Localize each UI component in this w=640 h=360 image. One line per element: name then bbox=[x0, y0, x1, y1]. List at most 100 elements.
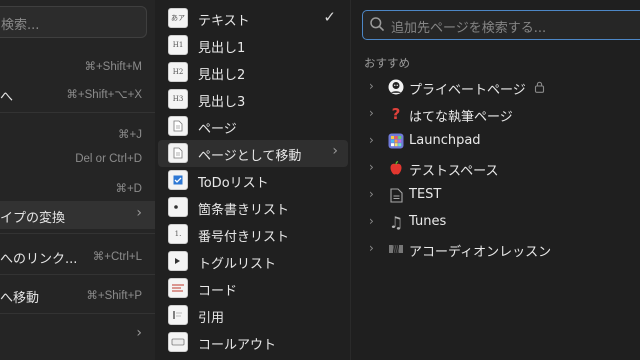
move-to-panel: 追加先ページを検索する... おすすめ › プライベートページ › ? はてな執… bbox=[350, 0, 640, 360]
shortcut-label: ⌘+Shift+M bbox=[84, 61, 142, 73]
block-type-move-as-page[interactable]: ページとして移動 › bbox=[158, 140, 348, 167]
menu-item-4[interactable]: Del or Ctrl+D bbox=[0, 146, 155, 174]
block-type-label: ページ bbox=[198, 122, 237, 137]
chevron-right-icon[interactable]: › bbox=[369, 160, 374, 174]
menu-item-label: へ bbox=[0, 90, 14, 105]
page-item-testspace[interactable]: › テストスペース bbox=[361, 155, 636, 182]
chevron-right-icon: › bbox=[136, 325, 142, 341]
block-type-page[interactable]: ページ bbox=[158, 113, 348, 140]
search-placeholder: 検索... bbox=[1, 18, 40, 33]
chevron-right-icon[interactable]: › bbox=[369, 79, 374, 93]
page-move-icon bbox=[168, 143, 188, 163]
block-type-todo[interactable]: ToDoリスト bbox=[158, 167, 348, 194]
block-type-label: コールアウト bbox=[198, 338, 277, 353]
block-type-heading3[interactable]: H3 見出し3 bbox=[158, 86, 348, 113]
block-type-callout[interactable]: コールアウト bbox=[158, 329, 348, 356]
chevron-right-icon[interactable]: › bbox=[369, 106, 374, 120]
menu-item-label: へ移動 bbox=[0, 291, 40, 306]
divider bbox=[0, 313, 155, 314]
chevron-right-icon[interactable]: › bbox=[369, 214, 374, 228]
bullet-list-icon bbox=[168, 197, 188, 217]
menu-item-2[interactable]: へ ⌘+Shift+⌥+X bbox=[0, 80, 155, 108]
block-type-label: 引用 bbox=[198, 311, 225, 326]
page-label: Launchpad bbox=[409, 133, 481, 148]
move-to-menu-item[interactable]: へ移動 ⌘+Shift+P bbox=[0, 281, 155, 309]
block-type-label: 箇条書きリスト bbox=[198, 203, 290, 218]
block-type-label: コード bbox=[198, 284, 238, 299]
block-type-code[interactable]: コード bbox=[158, 275, 348, 302]
block-type-label: ページとして移動 bbox=[198, 149, 302, 164]
menu-item-1[interactable]: ⌘+Shift+M bbox=[0, 52, 155, 80]
chevron-right-icon[interactable]: › bbox=[369, 241, 374, 255]
chevron-right-icon: › bbox=[332, 143, 338, 159]
quote-icon bbox=[168, 305, 188, 325]
page-label: TEST bbox=[409, 187, 442, 202]
apple-icon bbox=[387, 159, 405, 177]
search-icon bbox=[370, 17, 384, 31]
block-type-label: トグルリスト bbox=[198, 257, 277, 272]
text-block-icon: あア bbox=[168, 8, 188, 28]
shortcut-label: ⌘+Ctrl+L bbox=[92, 251, 142, 263]
question-icon: ? bbox=[391, 105, 401, 123]
block-type-toggle-list[interactable]: トグルリスト bbox=[158, 248, 348, 275]
lock-icon bbox=[534, 81, 545, 93]
copy-link-menu-item[interactable]: へのリンク... ⌘+Ctrl+L bbox=[0, 242, 155, 270]
launchpad-icon bbox=[387, 132, 405, 150]
avatar-icon bbox=[387, 78, 405, 96]
divider bbox=[0, 233, 155, 234]
shortcut-label: ⌘+D bbox=[115, 183, 142, 195]
destination-search-input[interactable]: 追加先ページを検索する... bbox=[362, 10, 640, 40]
page-item-private[interactable]: › プライベートページ bbox=[361, 74, 636, 101]
search-placeholder: 追加先ページを検索する... bbox=[391, 21, 547, 36]
block-type-heading1[interactable]: H1 見出し1 bbox=[158, 32, 348, 59]
thumb-glyph: H1 bbox=[172, 41, 184, 49]
menu-item-5[interactable]: ⌘+D bbox=[0, 174, 155, 202]
page-icon bbox=[168, 116, 188, 136]
chevron-right-icon[interactable]: › bbox=[369, 133, 374, 147]
checkbox-icon bbox=[168, 170, 188, 190]
menu-item-9[interactable]: › bbox=[0, 321, 155, 349]
block-type-label: テキスト bbox=[198, 14, 250, 29]
block-type-quote[interactable]: 引用 bbox=[158, 302, 348, 329]
block-type-bulleted-list[interactable]: 箇条書きリスト bbox=[158, 194, 348, 221]
code-icon bbox=[168, 278, 188, 298]
menu-item-label: イプの変換 bbox=[0, 211, 66, 226]
block-type-text[interactable]: あア テキスト ✓ bbox=[158, 5, 348, 32]
block-type-label: ToDoリスト bbox=[198, 176, 269, 191]
heading2-icon: H2 bbox=[168, 62, 188, 82]
chevron-right-icon: › bbox=[136, 205, 142, 221]
block-type-label: 見出し1 bbox=[198, 41, 246, 56]
chevron-right-icon[interactable]: › bbox=[369, 187, 374, 201]
block-action-menu: 検索... ⌘+Shift+M へ ⌘+Shift+⌥+X ⌘+J Del or… bbox=[0, 0, 155, 360]
page-item-launchpad[interactable]: › Launchpad bbox=[361, 128, 636, 155]
thumb-glyph: H3 bbox=[172, 95, 184, 103]
page-label: アコーディオンレッスン bbox=[409, 245, 552, 260]
shortcut-label: ⌘+J bbox=[118, 129, 142, 141]
page-label: Tunes bbox=[409, 214, 447, 229]
thumb-glyph: H2 bbox=[172, 68, 184, 76]
heading3-icon: H3 bbox=[168, 89, 188, 109]
page-item-tunes[interactable]: › ♫ Tunes bbox=[361, 209, 636, 236]
page-item-hatena[interactable]: › ? はてな執筆ページ bbox=[361, 101, 636, 128]
page-icon bbox=[387, 186, 405, 204]
toggle-list-icon bbox=[168, 251, 188, 271]
section-title: おすすめ bbox=[364, 56, 410, 70]
page-item-accordion[interactable]: › アコーディオンレッスン bbox=[361, 236, 636, 263]
menu-item-3[interactable]: ⌘+J bbox=[0, 120, 155, 148]
page-label: はてな執筆ページ bbox=[409, 110, 513, 125]
block-type-heading2[interactable]: H2 見出し2 bbox=[158, 59, 348, 86]
shortcut-label: ⌘+Shift+⌥+X bbox=[66, 89, 142, 101]
shortcut-label: Del or Ctrl+D bbox=[75, 153, 142, 165]
music-note-icon: ♫ bbox=[388, 212, 404, 232]
shortcut-label: ⌘+Shift+P bbox=[86, 290, 142, 302]
action-search-input[interactable]: 検索... bbox=[0, 6, 147, 38]
page-item-test[interactable]: › TEST bbox=[361, 182, 636, 209]
heading1-icon: H1 bbox=[168, 35, 188, 55]
block-type-label: 番号付きリスト bbox=[198, 230, 290, 245]
divider bbox=[0, 274, 155, 275]
block-type-numbered-list[interactable]: 1. 番号付きリスト bbox=[158, 221, 348, 248]
turn-into-menu-item[interactable]: イプの変換 › bbox=[0, 201, 155, 229]
turn-into-submenu: あア テキスト ✓ H1 見出し1 H2 見出し2 H3 見出し3 ページ ペー… bbox=[155, 0, 350, 360]
thumb-glyph: 1. bbox=[174, 230, 182, 238]
block-type-label: 見出し2 bbox=[198, 68, 246, 83]
